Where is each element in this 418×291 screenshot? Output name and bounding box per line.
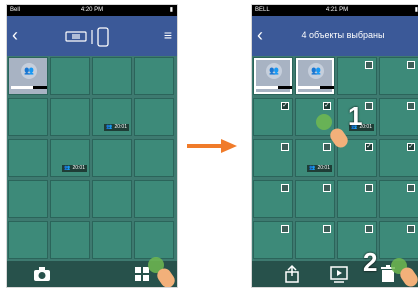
people-icon: 👥	[21, 63, 37, 79]
grid-cell[interactable]	[92, 180, 132, 218]
grid-cell[interactable]	[8, 221, 48, 259]
select-checkbox[interactable]	[365, 225, 373, 233]
step-2-label: 2	[363, 247, 378, 277]
select-checkbox[interactable]	[365, 184, 373, 192]
touch-point-icon	[316, 114, 332, 130]
grid-cell[interactable]	[50, 180, 90, 218]
grid-cell[interactable]	[379, 180, 418, 218]
grid-cell[interactable]	[337, 180, 377, 218]
select-checkbox[interactable]: ✓	[407, 143, 415, 151]
video-duration-badge: 👥 20:01	[62, 165, 87, 172]
step-1-label: 1	[348, 101, 363, 131]
grid-cell[interactable]	[50, 57, 90, 95]
people-icon: 👥	[266, 63, 282, 79]
select-checkbox[interactable]	[281, 184, 289, 192]
grid-cell[interactable]	[379, 57, 418, 95]
select-checkbox[interactable]	[407, 102, 415, 110]
arrow-icon	[187, 139, 237, 153]
video-duration: 20:01	[114, 124, 127, 130]
select-checkbox[interactable]	[323, 225, 331, 233]
thumb-progress-bar	[256, 86, 292, 89]
grid-cell[interactable]	[253, 180, 293, 218]
right-phone-screen: BELL 4:21 PM ▮ ‹ 4 объекты выбраны 👥 👥 ✓ ✓ 👥…	[251, 4, 418, 288]
grid-cell[interactable]: ✓	[253, 98, 293, 136]
grid-cell[interactable]	[92, 57, 132, 95]
grid-cell[interactable]	[337, 57, 377, 95]
select-checkbox[interactable]	[407, 61, 415, 69]
video-cell[interactable]: 👥 20:01	[92, 98, 132, 136]
select-checkbox[interactable]	[407, 184, 415, 192]
select-checkbox[interactable]: ✓	[281, 102, 289, 110]
select-checkbox[interactable]	[323, 184, 331, 192]
grid-cell[interactable]	[50, 221, 90, 259]
status-bar: BELL 4:21 PM ▮	[252, 5, 418, 16]
video-cell[interactable]: 👥 20:01	[295, 139, 335, 177]
grid-cell[interactable]	[295, 221, 335, 259]
select-checkbox[interactable]	[365, 102, 373, 110]
grid-cell[interactable]	[379, 98, 418, 136]
nav-bar: ‹ ≡	[7, 16, 177, 56]
left-phone-screen: Bell 4:20 PM ▮ ‹ ≡ 👥 👥 20:01 👥 20:01	[6, 4, 178, 288]
grid-cell[interactable]	[92, 221, 132, 259]
grid-cell[interactable]	[8, 98, 48, 136]
video-duration: 20:01	[72, 165, 85, 171]
back-icon[interactable]: ‹	[12, 25, 18, 45]
phone-device-icon[interactable]	[97, 27, 109, 47]
status-bar: Bell 4:20 PM ▮	[7, 5, 177, 16]
grid-cell[interactable]	[134, 57, 174, 95]
nav-bar: ‹ 4 объекты выбраны	[252, 16, 418, 56]
grid-cell[interactable]	[379, 221, 418, 259]
select-checkbox[interactable]	[407, 225, 415, 233]
video-duration-badge: 👥 20:01	[104, 124, 129, 131]
grid-cell[interactable]	[134, 98, 174, 136]
select-checkbox[interactable]	[281, 225, 289, 233]
grid-cell[interactable]	[8, 139, 48, 177]
video-cell[interactable]: 👥 20:01	[50, 139, 90, 177]
video-people-icon: 👥	[309, 165, 316, 171]
grid-cell[interactable]	[92, 139, 132, 177]
view-mode-icons	[65, 27, 109, 47]
grid-cell[interactable]	[50, 98, 90, 136]
grid-cell[interactable]	[253, 221, 293, 259]
time-label: 4:21 PM	[325, 7, 349, 13]
select-checkbox[interactable]	[323, 143, 331, 151]
grid-cell[interactable]	[134, 221, 174, 259]
video-duration-badge: 👥 20:01	[307, 165, 332, 172]
thumb-progress-bar	[298, 86, 334, 89]
media-grid: 👥 👥 ✓ ✓ 👥 20:01 👥 20:01 ✓ ✓	[252, 56, 418, 261]
share-icon[interactable]	[282, 264, 302, 284]
thumb-progress-bar	[11, 86, 47, 89]
video-duration: 20:01	[317, 165, 330, 171]
video-people-icon: 👥	[106, 124, 113, 130]
select-checkbox[interactable]: ✓	[365, 143, 373, 151]
selection-title: 4 объекты выбраны	[301, 30, 385, 40]
menu-icon[interactable]: ≡	[164, 26, 172, 44]
photo-thumbnail[interactable]: 👥	[8, 57, 48, 95]
grid-cell[interactable]: ✓	[379, 139, 418, 177]
photo-thumbnail[interactable]: 👥	[295, 57, 335, 95]
video-people-icon: 👥	[64, 165, 71, 171]
slideshow-icon[interactable]	[329, 264, 349, 284]
back-icon[interactable]: ‹	[257, 25, 263, 45]
media-grid: 👥 👥 20:01 👥 20:01	[7, 56, 177, 261]
grid-cell[interactable]	[253, 139, 293, 177]
grid-cell[interactable]	[295, 180, 335, 218]
grid-cell[interactable]	[134, 139, 174, 177]
grid-cell[interactable]	[8, 180, 48, 218]
select-checkbox[interactable]	[281, 143, 289, 151]
time-label: 4:20 PM	[80, 7, 104, 13]
select-checkbox[interactable]	[365, 61, 373, 69]
grid-cell[interactable]	[134, 180, 174, 218]
select-checkbox[interactable]: ✓	[323, 102, 331, 110]
people-icon: 👥	[308, 63, 324, 79]
battery-icon: ▮	[169, 7, 173, 13]
photo-thumbnail[interactable]: 👥	[253, 57, 293, 95]
camera-icon[interactable]	[32, 264, 52, 284]
